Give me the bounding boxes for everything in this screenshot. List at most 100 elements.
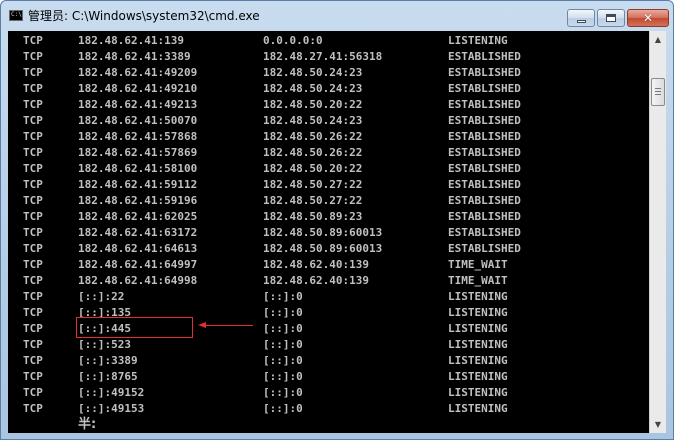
title-bar[interactable]: C:\ 管理员: C:\Windows\system32\cmd.exe ✕ bbox=[1, 1, 673, 31]
state-cell: ESTABLISHED bbox=[448, 178, 521, 191]
foreign-address-cell: 182.48.50.24:23 bbox=[263, 66, 363, 79]
maximize-icon bbox=[606, 14, 616, 22]
foreign-address-cell: [::]:0 bbox=[263, 338, 303, 351]
state-cell: ESTABLISHED bbox=[448, 98, 521, 111]
state-cell: ESTABLISHED bbox=[448, 130, 521, 143]
close-button[interactable]: ✕ bbox=[627, 9, 669, 27]
state-cell: LISTENING bbox=[448, 370, 508, 383]
protocol-cell: TCP bbox=[23, 306, 43, 319]
cmd-app-icon-text: C:\ bbox=[11, 11, 22, 18]
foreign-address-cell: 182.48.50.89:60013 bbox=[263, 226, 383, 239]
protocol-cell: TCP bbox=[23, 98, 43, 111]
protocol-cell: TCP bbox=[23, 322, 43, 335]
foreign-address-cell: 182.48.27.41:56318 bbox=[263, 50, 383, 63]
local-address-cell: 182.48.62.41:49210 bbox=[78, 82, 198, 95]
foreign-address-cell: [::]:0 bbox=[263, 290, 303, 303]
grip-line bbox=[655, 88, 661, 89]
local-address-cell: [::]:22 bbox=[78, 290, 125, 303]
local-address-cell: 182.48.62.41:64997 bbox=[78, 258, 198, 271]
protocol-cell: TCP bbox=[23, 338, 43, 351]
prompt-text: 半: bbox=[78, 417, 97, 432]
local-address-cell: 182.48.62.41:58100 bbox=[78, 162, 198, 175]
protocol-cell: TCP bbox=[23, 370, 43, 383]
state-cell: TIME_WAIT bbox=[448, 258, 508, 271]
local-address-cell: 182.48.62.41:57868 bbox=[78, 130, 198, 143]
local-address-cell: 182.48.62.41:50070 bbox=[78, 114, 198, 127]
local-address-cell: 182.48.62.41:62025 bbox=[78, 210, 198, 223]
protocol-cell: TCP bbox=[23, 354, 43, 367]
foreign-address-cell: 182.48.50.26:22 bbox=[263, 130, 363, 143]
minimize-icon bbox=[576, 19, 586, 23]
local-address-cell: 182.48.62.41:63172 bbox=[78, 226, 198, 239]
annotation-arrow bbox=[204, 325, 253, 326]
foreign-address-cell: 182.48.62.40:139 bbox=[263, 258, 369, 271]
foreign-address-cell: [::]:0 bbox=[263, 402, 303, 415]
state-cell: ESTABLISHED bbox=[448, 114, 521, 127]
state-cell: LISTENING bbox=[448, 34, 508, 47]
state-cell: ESTABLISHED bbox=[448, 242, 521, 255]
protocol-cell: TCP bbox=[23, 242, 43, 255]
protocol-cell: TCP bbox=[23, 386, 43, 399]
state-cell: LISTENING bbox=[448, 402, 508, 415]
protocol-cell: TCP bbox=[23, 290, 43, 303]
protocol-cell: TCP bbox=[23, 34, 43, 47]
foreign-address-cell: [::]:0 bbox=[263, 370, 303, 383]
scroll-down-arrow-icon[interactable]: ▼ bbox=[650, 416, 666, 433]
state-cell: ESTABLISHED bbox=[448, 66, 521, 79]
state-cell: LISTENING bbox=[448, 386, 508, 399]
protocol-cell: TCP bbox=[23, 114, 43, 127]
scroll-thumb[interactable] bbox=[651, 78, 665, 106]
foreign-address-cell: 182.48.50.27:22 bbox=[263, 194, 363, 207]
state-cell: ESTABLISHED bbox=[448, 194, 521, 207]
local-address-cell: 182.48.62.41:59196 bbox=[78, 194, 198, 207]
state-cell: LISTENING bbox=[448, 338, 508, 351]
state-cell: ESTABLISHED bbox=[448, 50, 521, 63]
state-cell: ESTABLISHED bbox=[448, 82, 521, 95]
minimize-button[interactable] bbox=[567, 9, 595, 27]
vertical-scrollbar[interactable]: ▲ ▼ bbox=[649, 31, 666, 433]
maximize-button[interactable] bbox=[597, 9, 625, 27]
local-address-cell: 182.48.62.41:3389 bbox=[78, 50, 191, 63]
foreign-address-cell: 182.48.50.20:22 bbox=[263, 98, 363, 111]
console-output[interactable]: TCP 182.48.62.41:139 0.0.0.0:0 LISTENING TCP… bbox=[8, 31, 649, 433]
local-address-cell: 182.48.62.41:64998 bbox=[78, 274, 198, 287]
foreign-address-cell: 182.48.50.26:22 bbox=[263, 146, 363, 159]
window-title: 管理员: C:\Windows\system32\cmd.exe bbox=[28, 9, 260, 23]
foreign-address-cell: [::]:0 bbox=[263, 322, 303, 335]
state-cell: ESTABLISHED bbox=[448, 210, 521, 223]
close-icon: ✕ bbox=[642, 11, 654, 25]
local-address-cell: 182.48.62.41:64613 bbox=[78, 242, 198, 255]
foreign-address-cell: [::]:0 bbox=[263, 306, 303, 319]
cmd-window: C:\ 管理员: C:\Windows\system32\cmd.exe ✕ T… bbox=[0, 0, 674, 440]
protocol-cell: TCP bbox=[23, 178, 43, 191]
state-cell: TIME_WAIT bbox=[448, 274, 508, 287]
protocol-cell: TCP bbox=[23, 258, 43, 271]
protocol-cell: TCP bbox=[23, 146, 43, 159]
state-cell: LISTENING bbox=[448, 306, 508, 319]
protocol-cell: TCP bbox=[23, 194, 43, 207]
local-address-cell: 182.48.62.41:139 bbox=[78, 34, 184, 47]
foreign-address-cell: 182.48.50.89:60013 bbox=[263, 242, 383, 255]
foreign-address-cell: [::]:0 bbox=[263, 386, 303, 399]
state-cell: ESTABLISHED bbox=[448, 146, 521, 159]
foreign-address-cell: 182.48.50.89:23 bbox=[263, 210, 363, 223]
state-cell: LISTENING bbox=[448, 354, 508, 367]
local-address-cell: 182.48.62.41:57869 bbox=[78, 146, 198, 159]
local-address-cell: [::]:49152 bbox=[78, 386, 145, 399]
foreign-address-cell: 182.48.50.20:22 bbox=[263, 162, 363, 175]
grip-line bbox=[655, 91, 661, 92]
local-address-cell: [::]:8765 bbox=[78, 370, 138, 383]
cmd-app-icon[interactable]: C:\ bbox=[9, 10, 23, 21]
scroll-up-arrow-icon[interactable]: ▲ bbox=[650, 31, 666, 48]
protocol-cell: TCP bbox=[23, 274, 43, 287]
local-address-cell: 182.48.62.41:59112 bbox=[78, 178, 198, 191]
foreign-address-cell: 182.48.50.24:23 bbox=[263, 82, 363, 95]
highlight-box-annotation bbox=[76, 317, 193, 338]
protocol-cell: TCP bbox=[23, 226, 43, 239]
protocol-cell: TCP bbox=[23, 50, 43, 63]
grip-line bbox=[655, 94, 661, 95]
protocol-cell: TCP bbox=[23, 82, 43, 95]
foreign-address-cell: [::]:0 bbox=[263, 354, 303, 367]
local-address-cell: [::]:3389 bbox=[78, 354, 138, 367]
local-address-cell: [::]:523 bbox=[78, 338, 131, 351]
